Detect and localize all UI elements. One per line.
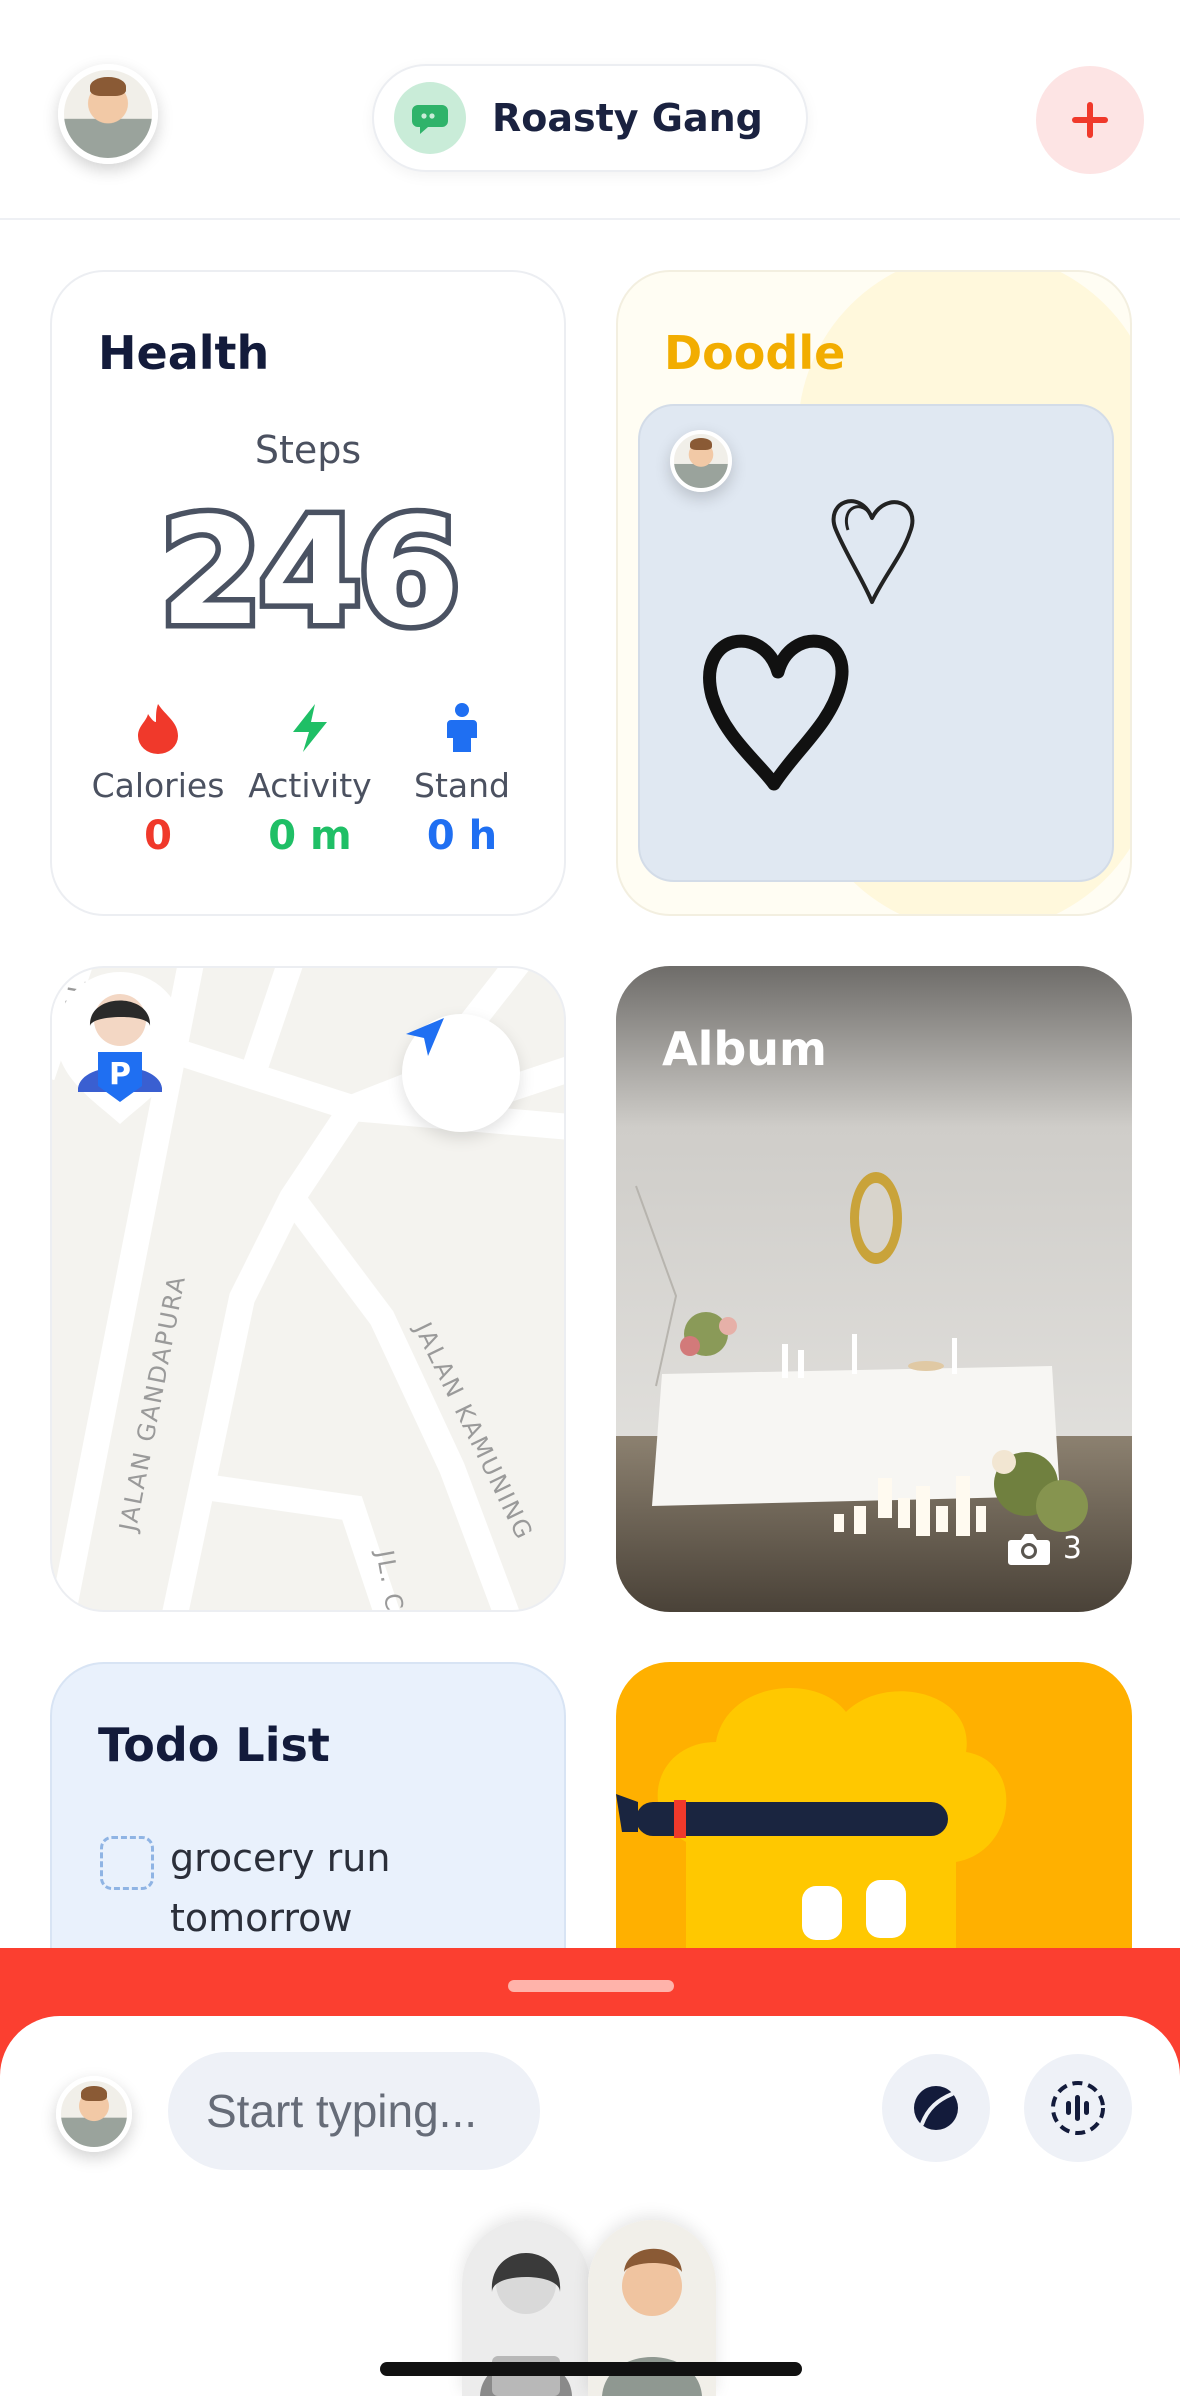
health-title: Health [98,326,270,380]
chat-bubble-icon [394,82,466,154]
home-indicator[interactable] [380,2362,802,2376]
steps-value: 246 [154,481,466,664]
person-icon [376,700,548,756]
group-name: Roasty Gang [492,96,763,140]
waveform-icon [1051,2081,1105,2135]
svg-text:P: P [109,1057,131,1092]
heart-doodle [703,499,915,791]
todo-title: Todo List [98,1718,330,1772]
doodle-widget[interactable]: Doodle [616,270,1132,916]
metric-stand: Stand 0 h [376,700,548,859]
camera-icon [1007,1533,1050,1565]
steps-label: Steps [254,428,362,472]
health-widget[interactable]: Health Steps 246 Calories 0 Activity 0 m… [50,270,566,916]
sheet-grabber[interactable] [508,1980,674,1992]
voice-button[interactable] [1024,2054,1132,2162]
metric-value: 0 m [268,813,352,859]
group-switcher[interactable]: Roasty Gang [372,64,808,172]
add-widget-button[interactable] [1036,66,1144,174]
metric-label: Activity [248,766,372,805]
photo-count: 3 [1007,1531,1082,1566]
navigation-arrow-icon [406,1018,444,1056]
metric-value: 0 h [426,813,498,859]
metric-activity: Activity 0 m [224,700,396,859]
bolt-icon [224,700,396,756]
profile-avatar[interactable] [58,64,158,164]
metric-value: 0 [144,813,172,859]
metric-calories: Calories 0 [72,700,244,859]
todo-checkbox[interactable] [100,1836,154,1890]
plus-icon [1072,102,1108,138]
doodle-canvas[interactable] [638,404,1114,882]
chat-input[interactable] [168,2052,540,2170]
album-widget[interactable]: Album 3 [616,966,1132,1612]
photo-count-value: 3 [1062,1531,1082,1566]
top-bar: Roasty Gang [0,0,1180,220]
friend-location-pin[interactable]: P [52,968,188,1128]
flame-icon [72,700,244,756]
sticker-button[interactable] [882,2054,990,2162]
my-avatar[interactable] [56,2076,132,2152]
leaf-icon [914,2086,958,2130]
location-map-widget[interactable]: JALAN GANDAPURA JALAN KAMUNING JL. C JAL… [50,966,566,1612]
metric-label: Calories [91,766,225,805]
metric-label: Stand [414,766,510,805]
album-title: Album [662,1022,827,1076]
doodle-title: Doodle [664,326,846,380]
locate-me-button[interactable] [402,1014,520,1132]
